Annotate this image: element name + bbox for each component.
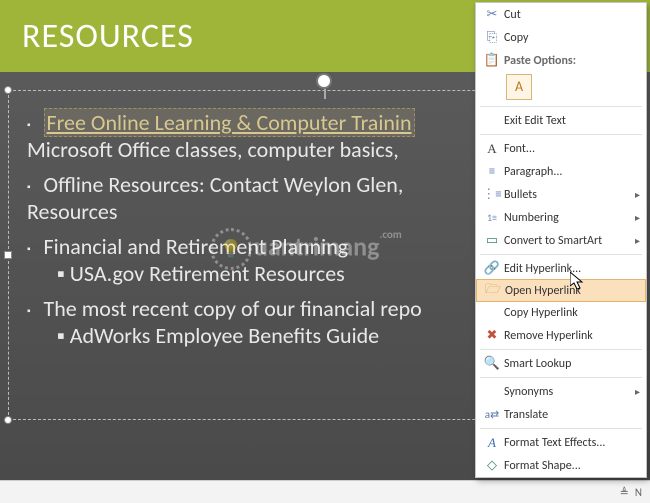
menu-convert-smartart[interactable]: ▭ Convert to SmartArt xyxy=(476,229,646,252)
bullet-line[interactable]: Microsoft Office classes, computer basic… xyxy=(27,136,399,163)
separator xyxy=(480,106,642,107)
remove-hyperlink-icon: ✖ xyxy=(480,328,504,343)
copy-icon: ⎘ xyxy=(480,30,504,45)
bullet-line[interactable]: The most recent copy of our financial re… xyxy=(44,295,422,322)
menu-format-shape[interactable]: ◇ Format Shape... xyxy=(476,454,646,477)
context-menu: ✂ Cut ⎘ Copy 📋 Paste Options: A Exit Edi… xyxy=(475,2,647,478)
watermark: 💡uantrimang.com xyxy=(210,228,402,270)
menu-smart-lookup[interactable]: 🔍 Smart Lookup xyxy=(476,352,646,375)
menu-paragraph[interactable]: ≡ Paragraph... xyxy=(476,160,646,183)
rotate-handle[interactable] xyxy=(316,73,332,89)
menu-edit-hyperlink[interactable]: 🔗 Edit Hyperlink... xyxy=(476,257,646,280)
translate-icon: a⇄ xyxy=(480,408,504,421)
notes-icon[interactable]: ≜ xyxy=(620,486,629,499)
slide-title: RESOURCES xyxy=(22,16,194,57)
smart-lookup-icon: 🔍 xyxy=(480,356,504,371)
menu-open-hyperlink[interactable]: 🗁 Open Hyperlink xyxy=(476,279,646,302)
menu-cut[interactable]: ✂ Cut xyxy=(476,3,646,26)
bullet-line[interactable]: Offline Resources: Contact Weylon Glen, xyxy=(44,171,404,198)
paragraph-icon: ≡ xyxy=(480,164,504,179)
hyperlink-text[interactable]: Free Online Learning & Computer Trainin xyxy=(44,108,415,137)
smartart-icon: ▭ xyxy=(480,233,504,248)
text-effects-icon: A xyxy=(480,435,504,451)
menu-paste-options-header: 📋 Paste Options: xyxy=(476,49,646,72)
menu-bullets[interactable]: ⋮≡ Bullets xyxy=(476,183,646,206)
notes-label[interactable]: N xyxy=(635,486,642,499)
menu-synonyms[interactable]: Synonyms xyxy=(476,380,646,403)
separator xyxy=(480,377,642,378)
scissors-icon: ✂ xyxy=(480,7,504,22)
bullet-line[interactable]: Resources xyxy=(27,198,117,225)
hyperlink-icon: 🔗 xyxy=(480,261,504,276)
clipboard-icon: 📋 xyxy=(480,53,504,68)
menu-remove-hyperlink[interactable]: ✖ Remove Hyperlink xyxy=(476,324,646,347)
format-shape-icon: ◇ xyxy=(480,458,504,473)
menu-exit-edit-text[interactable]: Exit Edit Text xyxy=(476,109,646,132)
separator xyxy=(480,134,642,135)
menu-numbering[interactable]: 1≡ Numbering xyxy=(476,206,646,229)
open-hyperlink-icon: 🗁 xyxy=(481,280,505,302)
separator xyxy=(480,428,642,429)
menu-copy-hyperlink[interactable]: Copy Hyperlink xyxy=(476,301,646,324)
menu-format-text-effects[interactable]: A Format Text Effects... xyxy=(476,431,646,454)
status-bar: ≜ N xyxy=(0,480,650,503)
menu-font[interactable]: A Font... xyxy=(476,137,646,160)
resize-handle-top-left[interactable] xyxy=(4,86,12,94)
menu-copy[interactable]: ⎘ Copy xyxy=(476,26,646,49)
separator xyxy=(480,349,642,350)
separator xyxy=(480,254,642,255)
resize-handle-left[interactable] xyxy=(4,251,12,259)
bullets-icon: ⋮≡ xyxy=(480,187,504,202)
resize-handle-bottom-left[interactable] xyxy=(4,416,12,424)
paste-keep-text-button[interactable]: A xyxy=(506,74,532,100)
font-icon: A xyxy=(480,141,504,157)
numbering-icon: 1≡ xyxy=(480,211,504,224)
paste-options: A xyxy=(476,72,646,104)
menu-translate[interactable]: a⇄ Translate xyxy=(476,403,646,426)
